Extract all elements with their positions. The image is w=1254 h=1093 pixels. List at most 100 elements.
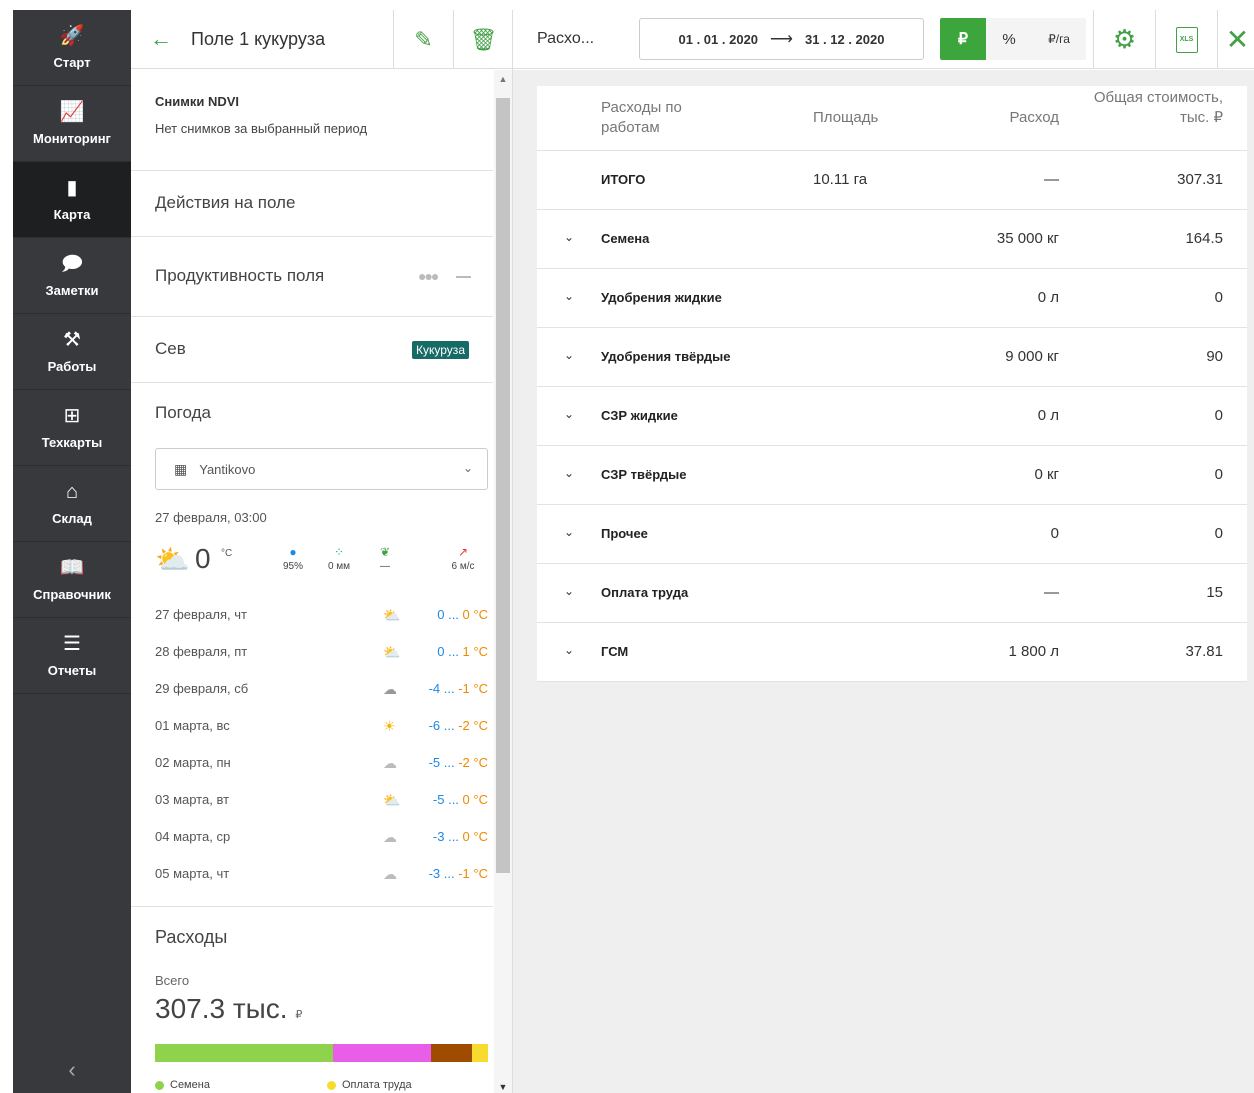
- table-row[interactable]: ⌄ Прочее 0 0: [537, 505, 1247, 564]
- arrow-right-icon: ⟶: [770, 31, 793, 48]
- header-area: Площадь: [813, 109, 879, 126]
- row-name: СЗР жидкие: [601, 408, 678, 423]
- export-xls-button[interactable]: XLS: [1155, 10, 1217, 69]
- expenses-total-label: Всего: [155, 973, 190, 988]
- chevron-down-icon[interactable]: ⌄: [564, 643, 574, 657]
- row-name: ГСМ: [601, 644, 629, 659]
- collapse-sidebar-button[interactable]: ‹: [13, 1057, 131, 1083]
- table-row[interactable]: ⌄ СЗР жидкие 0 л 0: [537, 387, 1247, 446]
- table-rows: ⌄ Семена 35 000 кг 164.5 ⌄ Удобрения жидкие 0 …: [537, 210, 1247, 682]
- weather-forecast: 27 февраля, чт ⛅ 0 ... 0 °C 28 февраля, пт ⛅…: [155, 607, 490, 903]
- forecast-unit: °C: [473, 644, 488, 659]
- forecast-date: 03 марта, вт: [155, 792, 230, 807]
- unit-percent-toggle[interactable]: %: [986, 18, 1032, 60]
- productivity-section[interactable]: Продуктивность поля ●●● —: [131, 237, 493, 317]
- delete-field-button[interactable]: 🗑: [453, 10, 512, 69]
- nav-item-chart[interactable]: 📈 Мониторинг: [13, 86, 131, 162]
- chevron-down-icon[interactable]: ⌄: [564, 407, 574, 421]
- chevron-down-icon[interactable]: ⌄: [564, 466, 574, 480]
- expenses-total-currency: ₽: [295, 1009, 303, 1021]
- expenses-bar-segment[interactable]: [430, 1044, 472, 1062]
- nav-item-map[interactable]: ▮ Карта: [13, 162, 131, 238]
- forecast-row: 29 февраля, сб ☁ -4 ... -1 °C: [155, 681, 490, 718]
- works-icon: ⚒: [63, 329, 81, 351]
- edit-field-button[interactable]: ✎: [393, 10, 453, 69]
- chevron-down-icon[interactable]: ⌄: [564, 348, 574, 362]
- nav-item-warehouse[interactable]: ⌂ Склад: [13, 466, 131, 542]
- unit-rub-per-ha-toggle[interactable]: ₽/га: [1032, 18, 1086, 60]
- nav-item-works[interactable]: ⚒ Работы: [13, 314, 131, 390]
- row-cost: 0: [1214, 407, 1223, 424]
- header-total-cost: Общая стоимость, тыс. ₽: [1093, 89, 1223, 126]
- chevron-down-icon[interactable]: ⌄: [564, 230, 574, 244]
- chevron-down-icon[interactable]: ⌄: [564, 525, 574, 539]
- expenses-main-area: Расходы по работам Площадь Расход Общая …: [513, 70, 1254, 1093]
- sowing-title: Сев: [155, 339, 186, 358]
- chevron-down-icon: ⌄: [462, 461, 473, 475]
- nav-item-notes[interactable]: 🗩 Заметки: [13, 238, 131, 314]
- weather-datetime: 27 февраля, 03:00: [155, 510, 267, 525]
- date-range-picker[interactable]: 01 . 01 . 2020 ⟶ 31 . 12 . 2020: [639, 18, 924, 60]
- forecast-row: 03 марта, вт ⛅ -5 ... 0 °C: [155, 792, 490, 829]
- field-details-scroll[interactable]: Снимки NDVI Нет снимков за выбранный пер…: [131, 70, 493, 1093]
- droplet-icon: ●: [289, 545, 297, 559]
- chevron-down-icon[interactable]: ⌄: [564, 584, 574, 598]
- date-from[interactable]: 01 . 01 . 2020: [679, 32, 759, 47]
- sowing-section[interactable]: Сев Кукуруза: [131, 317, 493, 383]
- table-row[interactable]: ⌄ ГСМ 1 800 л 37.81: [537, 623, 1247, 682]
- settings-button[interactable]: ⚙: [1093, 10, 1155, 69]
- expenses-bar-segment[interactable]: [471, 1044, 488, 1062]
- wind-direction: ❦ —: [365, 545, 405, 572]
- back-button[interactable]: ←: [131, 10, 191, 69]
- forecast-max: -2: [458, 718, 470, 733]
- forecast-min: -5: [428, 755, 441, 770]
- field-actions-section[interactable]: Действия на поле: [131, 171, 493, 237]
- forecast-unit: °C: [473, 718, 488, 733]
- forecast-sep: ...: [443, 681, 455, 696]
- close-button[interactable]: ✕: [1217, 10, 1254, 69]
- scroll-up-arrow-icon[interactable]: ▲: [494, 74, 512, 84]
- forecast-min: -3: [428, 866, 441, 881]
- cloud-icon: ☁: [383, 755, 397, 771]
- scroll-down-arrow-icon[interactable]: ▼: [494, 1082, 512, 1092]
- table-row[interactable]: ⌄ СЗР твёрдые 0 кг 0: [537, 446, 1247, 505]
- forecast-date: 01 марта, вс: [155, 718, 230, 733]
- sunny-icon: ☀: [383, 718, 396, 734]
- forecast-row: 02 марта, пн ☁ -5 ... -2 °C: [155, 755, 490, 792]
- nav-item-rocket[interactable]: 🚀 Старт: [13, 10, 131, 86]
- table-row[interactable]: ⌄ Семена 35 000 кг 164.5: [537, 210, 1247, 269]
- date-to[interactable]: 31 . 12 . 2020: [805, 32, 885, 47]
- chevron-down-icon[interactable]: ⌄: [564, 289, 574, 303]
- field-title: Поле 1 кукуруза: [191, 28, 326, 49]
- expenses-bar-segment[interactable]: [333, 1044, 431, 1062]
- forecast-row: 27 февраля, чт ⛅ 0 ... 0 °C: [155, 607, 490, 644]
- forecast-max: -1: [458, 681, 470, 696]
- table-row[interactable]: ⌄ Оплата труда — 15: [537, 564, 1247, 623]
- field-header: ← Поле 1 кукуруза ✎ 🗑: [131, 10, 512, 69]
- row-cost: 15: [1206, 584, 1223, 601]
- rocket-icon: 🚀: [59, 25, 85, 47]
- row-name: Семена: [601, 231, 650, 246]
- weather-location-select[interactable]: ▦ Yantikovo ⌄: [155, 448, 488, 490]
- nav-item-reports[interactable]: ☰ Отчеты: [13, 618, 131, 694]
- crop-badge: Кукуруза: [412, 341, 469, 359]
- row-amount: 0: [1050, 525, 1059, 542]
- nav-item-label: Справочник: [33, 587, 111, 602]
- expenses-total-value: 307.3 тыс.: [155, 993, 288, 1024]
- nav-item-book[interactable]: 📖 Справочник: [13, 542, 131, 618]
- unit-rub-toggle[interactable]: ₽: [940, 18, 986, 60]
- expenses-bar-segment[interactable]: [155, 1044, 334, 1062]
- current-temperature: 0: [195, 543, 211, 574]
- nav-item-techcards[interactable]: ⊞ Техкарты: [13, 390, 131, 466]
- row-cost: 37.81: [1185, 643, 1223, 660]
- table-row[interactable]: ⌄ Удобрения жидкие 0 л 0: [537, 269, 1247, 328]
- building-icon: ▦: [174, 460, 188, 477]
- forecast-date: 29 февраля, сб: [155, 681, 249, 696]
- ndvi-section: Снимки NDVI Нет снимков за выбранный пер…: [131, 70, 493, 171]
- forecast-temperature: -6 ... -2 °C: [429, 718, 488, 733]
- forecast-temperature: -5 ... 0 °C: [433, 792, 488, 807]
- scrollbar-thumb[interactable]: [496, 98, 510, 873]
- table-row[interactable]: ⌄ Удобрения твёрдые 9 000 кг 90: [537, 328, 1247, 387]
- legend-item: Семена: [155, 1079, 210, 1091]
- forecast-unit: °C: [473, 792, 488, 807]
